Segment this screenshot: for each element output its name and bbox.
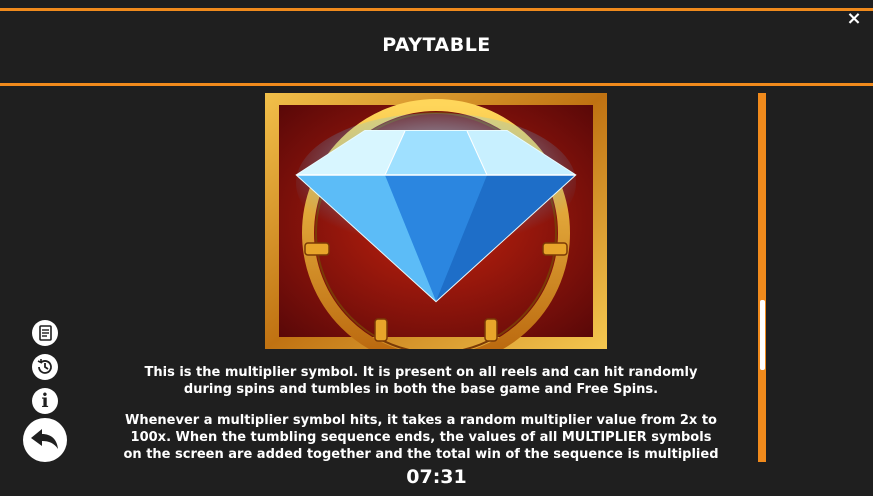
description-line: 100x. When the tumbling sequence ends, t… bbox=[130, 430, 712, 445]
history-icon[interactable] bbox=[32, 354, 58, 380]
top-accent-line bbox=[0, 8, 873, 11]
info-glyph: i bbox=[41, 390, 49, 412]
multiplier-symbol-image bbox=[265, 93, 607, 349]
clock: 07:31 bbox=[406, 466, 467, 488]
description-line: Whenever a multiplier symbol hits, it ta… bbox=[125, 413, 717, 428]
multiplier-rules: Whenever a multiplier symbol hits, it ta… bbox=[86, 412, 756, 462]
close-icon: × bbox=[846, 8, 862, 29]
rules-icon[interactable] bbox=[32, 320, 58, 346]
back-arrow-icon[interactable] bbox=[23, 418, 67, 462]
info-icon[interactable]: i bbox=[32, 388, 58, 414]
paytable-content: This is the multiplier symbol. It is pre… bbox=[86, 86, 756, 462]
scrollbar-thumb[interactable] bbox=[760, 300, 765, 370]
page-title: PAYTABLE bbox=[382, 34, 491, 56]
multiplier-description: This is the multiplier symbol. It is pre… bbox=[86, 364, 756, 398]
description-line: on the screen are added together and the… bbox=[123, 447, 719, 462]
scrollbar-track[interactable] bbox=[758, 93, 766, 462]
description-line: during spins and tumbles in both the bas… bbox=[183, 382, 659, 397]
description-line: This is the multiplier symbol. It is pre… bbox=[144, 365, 698, 380]
close-button[interactable]: × bbox=[845, 10, 863, 28]
